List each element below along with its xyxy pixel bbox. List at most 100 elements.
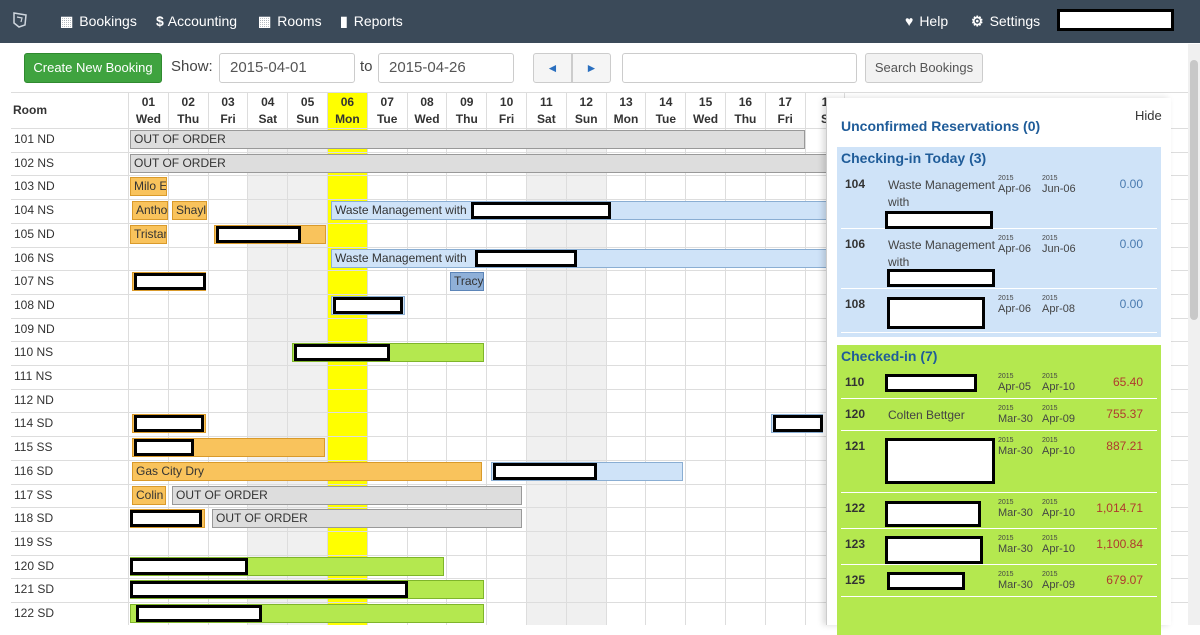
room-label[interactable]: 118 SD	[14, 507, 124, 530]
calendar-icon: ▦	[60, 13, 74, 29]
next-button[interactable]: ►	[572, 53, 611, 83]
booking-bar[interactable]: Milo E	[130, 177, 167, 197]
reservation-arrival: 2015 Apr-06	[998, 235, 1031, 256]
room-label[interactable]: 108 ND	[14, 294, 124, 317]
room-label[interactable]: 111 NS	[14, 365, 124, 388]
nav-reports[interactable]: ▮ Reports	[340, 12, 403, 30]
booking-bar[interactable]: OUT OF ORDER	[130, 153, 830, 173]
day-weekday: Thu	[177, 112, 200, 126]
reservation-guest: Waste Management with	[888, 238, 995, 269]
redacted-guest-name	[134, 439, 194, 457]
room-label[interactable]: 104 NS	[14, 199, 124, 222]
booking-bar[interactable]: Colin	[132, 485, 166, 505]
reservation-arrival: 2015 Apr-06	[998, 175, 1031, 196]
top-navbar: ▦ Bookings $ Accounting ▦ Rooms ▮ Reports ♥ H…	[0, 0, 1200, 43]
grid-icon: ▦	[258, 13, 272, 29]
reservation-row[interactable]: 104 Waste Management with 2015 Apr-06 2015 Ju…	[841, 171, 1157, 229]
reservation-arrival: 2015 Mar-30	[998, 535, 1033, 556]
room-label[interactable]: 117 SS	[14, 484, 124, 507]
room-label[interactable]: 110 NS	[14, 341, 124, 364]
nav-help-label: Help	[919, 13, 949, 29]
redacted-guest-name	[136, 605, 262, 622]
booking-bar[interactable]: Shayl	[172, 201, 207, 221]
nav-help[interactable]: ♥ Help	[905, 12, 948, 30]
nav-settings[interactable]: ⚙ Settings	[971, 12, 1040, 30]
day-number: 03	[221, 95, 235, 109]
room-label[interactable]: 115 SS	[14, 436, 124, 459]
nav-rooms[interactable]: ▦ Rooms	[258, 12, 322, 30]
booking-bar[interactable]: Antho	[132, 201, 168, 221]
search-input[interactable]	[622, 53, 857, 83]
day-header-09: 09 Thu	[447, 92, 488, 128]
room-label[interactable]: 112 ND	[14, 389, 124, 412]
toolbar: Create New Booking Show: 2015-04-01 to 2…	[0, 44, 1200, 92]
arrival-year: 2015	[998, 405, 1014, 412]
departure-year: 2015	[1042, 571, 1058, 578]
arrival-year: 2015	[998, 295, 1014, 302]
checking-in-title: Checking-in Today (3)	[841, 150, 987, 166]
page-scrollbar-thumb[interactable]	[1190, 60, 1198, 320]
redacted-guest-name	[216, 225, 301, 243]
reservation-amount: 755.37	[1106, 407, 1143, 421]
to-date-input[interactable]: 2015-04-26	[378, 53, 514, 83]
app-logo-icon[interactable]	[11, 11, 29, 33]
search-bookings-button[interactable]: Search Bookings	[865, 53, 983, 83]
day-weekday: Wed	[135, 112, 161, 126]
reservation-row[interactable]: 108 2015 Apr-06 2015 Apr-08 0.00	[841, 291, 1157, 333]
day-header-05: 05 Sun	[288, 92, 328, 128]
day-number: 11	[540, 95, 553, 109]
booking-bar[interactable]: OUT OF ORDER	[212, 509, 522, 529]
day-header-15: 15 Wed	[686, 92, 726, 128]
room-label[interactable]: 119 SS	[14, 531, 124, 554]
room-label[interactable]: 106 NS	[14, 247, 124, 270]
reservation-arrival: 2015 Mar-30	[998, 405, 1033, 426]
day-number: 07	[380, 95, 394, 109]
redacted-guest-name	[471, 202, 611, 220]
booking-bar[interactable]: Tracy	[450, 272, 484, 292]
room-label[interactable]: 116 SD	[14, 460, 124, 483]
room-label[interactable]: 101 ND	[14, 128, 124, 151]
room-label[interactable]: 107 NS	[14, 270, 124, 293]
room-label[interactable]: 103 ND	[14, 175, 124, 198]
day-weekday: Wed	[414, 112, 440, 126]
user-menu-redacted[interactable]	[1057, 9, 1174, 31]
day-number: 04	[261, 95, 275, 109]
booking-bar[interactable]: Gas City Dry	[132, 461, 482, 481]
booking-bar[interactable]: Tristan	[130, 224, 167, 244]
day-weekday: Wed	[693, 112, 719, 126]
room-label[interactable]: 109 ND	[14, 318, 124, 341]
nav-accounting[interactable]: $ Accounting	[156, 12, 237, 30]
room-label[interactable]: 102 NS	[14, 152, 124, 175]
reservation-row[interactable]: 106 Waste Management with 2015 Apr-06 2015 Ju…	[841, 231, 1157, 289]
reservations-panel: Unconfirmed Reservations (0) Hide Checki…	[826, 98, 1171, 635]
reservation-row[interactable]: 122 2015 Mar-30 2015 Apr-10 1,014.71	[841, 495, 1157, 529]
departure-date: Apr-09	[1042, 413, 1076, 425]
departure-year: 2015	[1042, 405, 1058, 412]
room-label[interactable]: 120 SD	[14, 555, 124, 578]
booking-bar[interactable]: Waste Management with	[331, 248, 831, 268]
booking-bar[interactable]: OUT OF ORDER	[130, 130, 805, 149]
room-label[interactable]: 122 SD	[14, 602, 124, 625]
create-booking-button[interactable]: Create New Booking	[24, 53, 162, 83]
reservation-row[interactable]: 121 2015 Mar-30 2015 Apr-10 887.21	[841, 433, 1157, 493]
room-label[interactable]: 121 SD	[14, 578, 124, 601]
from-date-input[interactable]: 2015-04-01	[219, 53, 355, 83]
prev-button[interactable]: ◄	[533, 53, 572, 83]
unconfirmed-title[interactable]: Unconfirmed Reservations (0)	[841, 118, 1040, 134]
booking-bar[interactable]: OUT OF ORDER	[172, 485, 522, 505]
reservation-amount: 1,100.84	[1096, 537, 1143, 551]
reservation-departure: 2015 Apr-10	[1042, 499, 1075, 520]
hide-link[interactable]: Hide	[1135, 108, 1162, 123]
reservation-amount: 679.07	[1106, 573, 1143, 587]
reservation-departure: 2015 Apr-09	[1042, 571, 1075, 592]
nav-bookings[interactable]: ▦ Bookings	[60, 12, 137, 30]
nav-settings-label: Settings	[989, 13, 1041, 29]
reservation-row[interactable]: 123 2015 Mar-30 2015 Apr-10 1,100.84	[841, 531, 1157, 565]
reservation-room: 106	[845, 237, 866, 251]
reservation-row[interactable]: 125 2015 Mar-30 2015 Apr-09 679.07	[841, 567, 1157, 597]
room-label[interactable]: 114 SD	[14, 412, 124, 435]
reservation-amount: 0.00	[1119, 177, 1143, 191]
reservation-row[interactable]: 110 2015 Apr-05 2015 Apr-10 65.40	[841, 369, 1157, 399]
reservation-row[interactable]: 120 Colten Bettger 2015 Mar-30 2015 Apr-09 755…	[841, 401, 1157, 431]
room-label[interactable]: 105 ND	[14, 223, 124, 246]
